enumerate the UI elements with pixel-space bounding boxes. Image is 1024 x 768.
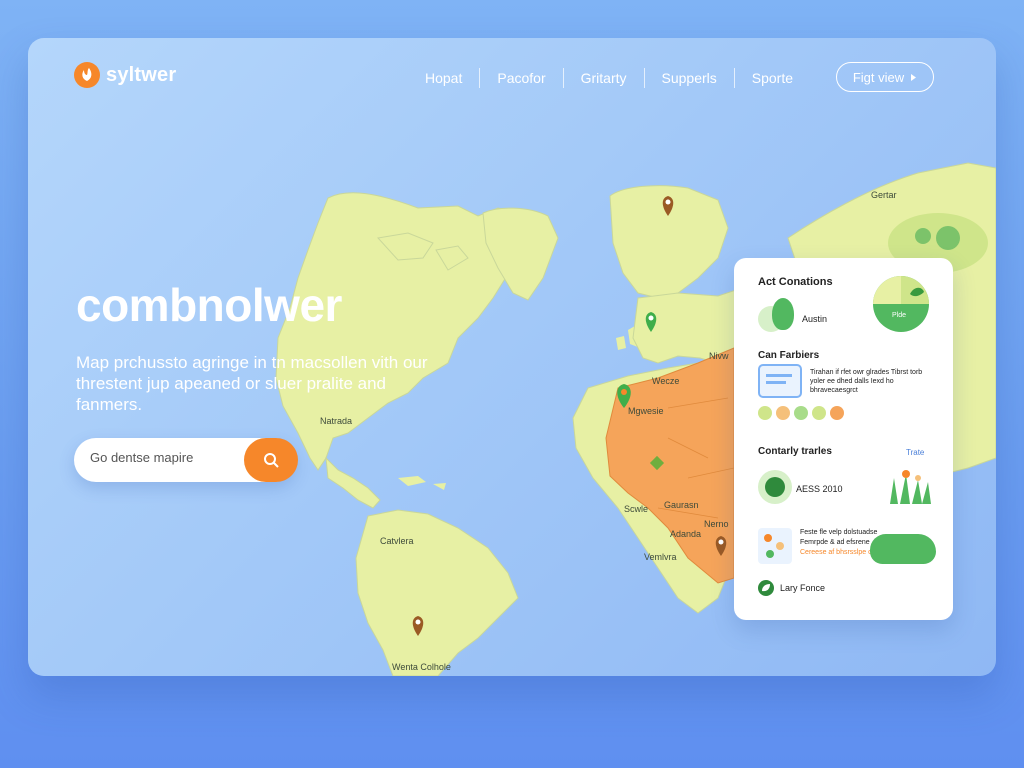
info-panel: Act Conations Austin Plde Can Farbiers T… — [734, 258, 953, 620]
map-label-africa-6: Nerno — [704, 519, 729, 529]
central-america-land — [325, 456, 381, 509]
document-icon — [758, 364, 802, 398]
hero-title: combnolwer — [76, 279, 342, 331]
map-label-africa-5: Adanda — [670, 529, 702, 539]
search-button[interactable] — [244, 438, 298, 482]
map-label-south-america: Catvlera — [380, 536, 414, 546]
panel-section1-title: Act Conations — [758, 276, 833, 288]
logo[interactable]: syltwer — [74, 62, 176, 88]
panel-section4-footer[interactable]: Lary Fonce — [780, 583, 825, 593]
status-badge — [758, 470, 792, 504]
panel-section3-link[interactable]: Trate — [906, 448, 924, 457]
nav-link-supperls[interactable]: Supperls — [645, 68, 735, 88]
crop-icon[interactable] — [758, 406, 772, 420]
caribbean-islands — [398, 476, 446, 490]
nav-link-sporte[interactable]: Sporte — [735, 68, 810, 88]
bush-graphic — [870, 534, 936, 564]
map-label-europe: Nivw — [709, 351, 729, 361]
crop-icon[interactable] — [830, 406, 844, 420]
panel-section4-text2: Femrpde & ad efsrene — [800, 539, 870, 546]
south-america-land — [355, 509, 519, 676]
map-label-africa-1: Wecze — [652, 376, 680, 386]
asia-bush — [936, 226, 960, 250]
panel-section3-title: Contarly trarles — [758, 446, 832, 457]
panel-section2-text: Tirahan if rfet owr glrades Tibrst torb … — [810, 369, 923, 394]
app-frame: Natrada Catvlera Wenta Colhole Nivw Wecz… — [28, 38, 996, 676]
crop-icons — [758, 406, 844, 420]
asia-bush — [915, 228, 931, 244]
search-icon — [264, 453, 279, 468]
map-label-africa-7: Vemlvra — [644, 552, 677, 562]
brand-name: syltwer — [106, 63, 177, 86]
pie-chart-label: Plde — [892, 312, 907, 319]
map-label-africa-3: Gaurasn — [664, 500, 699, 510]
panel-section1-item: Austin — [802, 314, 828, 324]
top-nav: syltwer Hopat Pacofor Gritarty Supperls … — [28, 38, 996, 116]
map-label-africa-4: Scwle — [624, 504, 649, 514]
crop-icon[interactable] — [794, 406, 808, 420]
crop-icon[interactable] — [812, 406, 826, 420]
pie-chart-graphic — [873, 276, 929, 332]
map-label-africa-2: Mgwesie — [628, 406, 664, 416]
flame-leaf-icon — [74, 62, 100, 88]
map-label-north-america: Natrada — [320, 416, 353, 426]
view-button[interactable]: Figt view — [836, 62, 934, 92]
search-input[interactable] — [90, 450, 230, 465]
nav-link-pacofor[interactable]: Pacofor — [480, 68, 564, 88]
hero-subtitle: Map prchussto agringe in tn macsollen vi… — [76, 353, 428, 414]
panel-section4-text3: Cereese af bhsrsslpe cod — [800, 549, 880, 556]
panel-section2-title: Can Farbiers — [758, 350, 820, 361]
flowers-icon — [758, 528, 792, 564]
arrow-right-icon — [911, 73, 917, 81]
map-label-south-america-bottom: Wenta Colhole — [392, 662, 451, 672]
leaf-badge-icon — [758, 580, 774, 596]
map-label-asia: Gertar — [871, 190, 897, 200]
nav-link-hopat[interactable]: Hopat — [408, 68, 481, 88]
nav-links: Hopat Pacofor Gritarty Supperls Sporte — [408, 68, 810, 88]
nav-link-gritarty[interactable]: Gritarty — [564, 68, 645, 88]
leaf-icon — [772, 298, 794, 330]
panel-section4-text1: Feste fle velp dolstuadse — [800, 529, 878, 536]
crop-icon[interactable] — [776, 406, 790, 420]
view-button-label: Figt view — [852, 69, 905, 85]
search-bar — [74, 438, 298, 482]
plants-graphic — [890, 470, 931, 504]
panel-section3-value: AESS 2010 — [796, 484, 843, 494]
